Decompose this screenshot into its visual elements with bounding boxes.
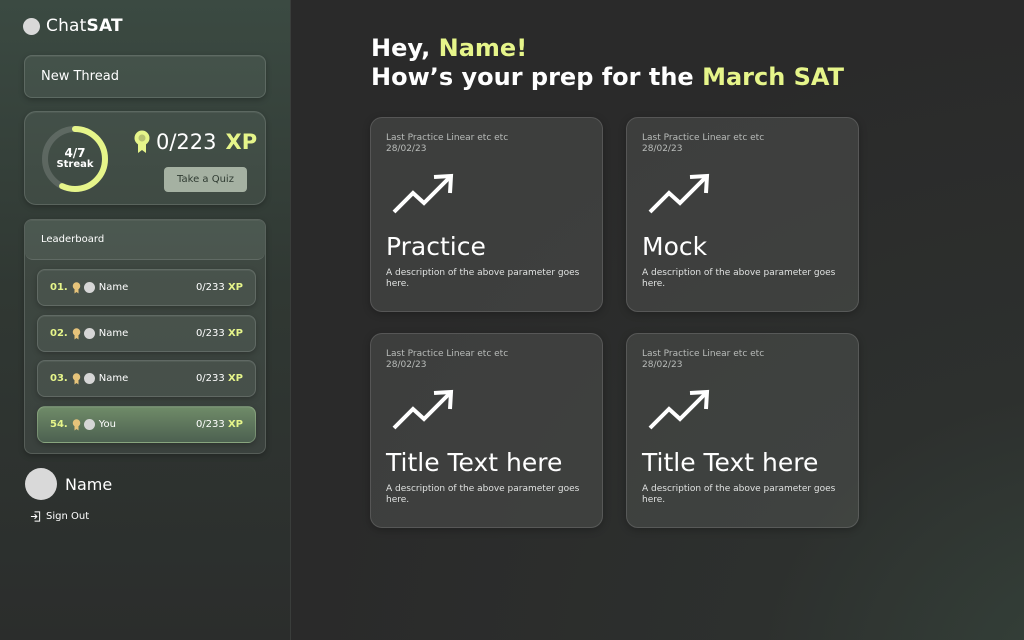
card-description: A description of the above parameter goe… [386, 484, 580, 505]
trend-up-icon [392, 173, 454, 214]
leaderboard-row[interactable]: 03. Name 0/233 XP [37, 360, 256, 397]
user-profile[interactable]: Name [25, 468, 112, 500]
streak-label: Streak [56, 159, 94, 170]
new-thread-label: New Thread [41, 69, 119, 84]
medal-icon [72, 327, 80, 339]
avatar [25, 468, 57, 500]
card-title: Title Text here [386, 448, 563, 477]
card-title-text-2[interactable]: Last Practice Linear etc etc 28/02/23 Ti… [626, 333, 859, 528]
logo-dot-icon [23, 17, 40, 35]
leaderboard-row[interactable]: 02. Name 0/233 XP [37, 315, 256, 352]
card-title-text-1[interactable]: Last Practice Linear etc etc 28/02/23 Ti… [370, 333, 603, 528]
leaderboard-name: Name [98, 373, 129, 384]
avatar [83, 328, 95, 339]
trend-up-icon [648, 389, 710, 430]
card-description: A description of the above parameter goe… [642, 268, 836, 289]
leaderboard-rank: 03. [50, 373, 68, 384]
new-thread-button[interactable]: New Thread [24, 55, 266, 98]
card-description: A description of the above parameter goe… [386, 268, 580, 289]
leaderboard-name: You [98, 419, 116, 430]
card-title: Practice [386, 232, 486, 261]
xp-summary: 0/223 XP [133, 130, 257, 154]
leaderboard-row-you[interactable]: 54. You 0/233 XP [37, 406, 256, 443]
card-meta: Last Practice Linear etc etc 28/02/23 [642, 349, 765, 370]
medal-icon [72, 372, 80, 384]
leaderboard-rank: 01. [50, 282, 68, 293]
card-meta: Last Practice Linear etc etc 28/02/23 [642, 133, 765, 154]
card-meta: Last Practice Linear etc etc 28/02/23 [386, 349, 509, 370]
xp-value: 0/223 [156, 130, 217, 154]
greeting-line-2: How’s your prep for the March SAT [371, 63, 845, 91]
trend-up-icon [648, 173, 710, 214]
medal-icon [72, 281, 80, 293]
leaderboard-name: Name [98, 328, 129, 339]
logo-text: ChatSAT [46, 16, 123, 36]
user-name: Name [65, 474, 113, 494]
app-logo[interactable]: ChatSAT [23, 16, 123, 36]
xp-unit: XP [225, 130, 258, 154]
leaderboard-score: 0/233 XP [195, 373, 243, 384]
greeting-line-1: Hey, Name! [371, 34, 528, 62]
card-description: A description of the above parameter goe… [642, 484, 836, 505]
leaderboard-name: Name [98, 282, 129, 293]
leaderboard-header: Leaderboard [25, 220, 265, 260]
card-mock[interactable]: Last Practice Linear etc etc 28/02/23 Mo… [626, 117, 859, 312]
streak-fraction: 4/7 [64, 146, 86, 160]
main-background [291, 0, 1024, 640]
avatar [83, 373, 95, 384]
medal-icon [72, 418, 80, 430]
card-practice[interactable]: Last Practice Linear etc etc 28/02/23 Pr… [370, 117, 603, 312]
leaderboard-rank: 02. [50, 328, 68, 339]
sign-out-button[interactable]: Sign Out [30, 511, 89, 522]
trend-up-icon [392, 389, 454, 430]
sign-out-label: Sign Out [46, 511, 90, 522]
card-title: Title Text here [642, 448, 819, 477]
card-meta: Last Practice Linear etc etc 28/02/23 [386, 133, 509, 154]
medal-icon [134, 130, 150, 153]
take-quiz-button[interactable]: Take a Quiz [164, 167, 247, 192]
sidebar: ChatSAT New Thread 4/7 Streak 0/223 XP T… [0, 0, 291, 640]
leaderboard-score: 0/233 XP [195, 328, 243, 339]
leaderboard-title: Leaderboard [41, 234, 105, 245]
leaderboard-score: 0/233 XP [195, 282, 243, 293]
avatar [83, 419, 95, 430]
leaderboard-score: 0/233 XP [195, 419, 243, 430]
avatar [83, 282, 95, 293]
page-title: Hey, Name! How’s your prep for the March… [371, 34, 844, 92]
card-title: Mock [642, 232, 708, 261]
leaderboard-row[interactable]: 01. Name 0/233 XP [37, 269, 256, 306]
sign-out-icon [30, 511, 41, 522]
streak-text: 4/7 Streak [40, 124, 110, 194]
streak-card: 4/7 Streak 0/223 XP Take a Quiz [24, 111, 266, 205]
leaderboard-rank: 54. [50, 419, 68, 430]
leaderboard: Leaderboard 01. Name 0/233 XP 02. Name 0… [24, 219, 266, 454]
